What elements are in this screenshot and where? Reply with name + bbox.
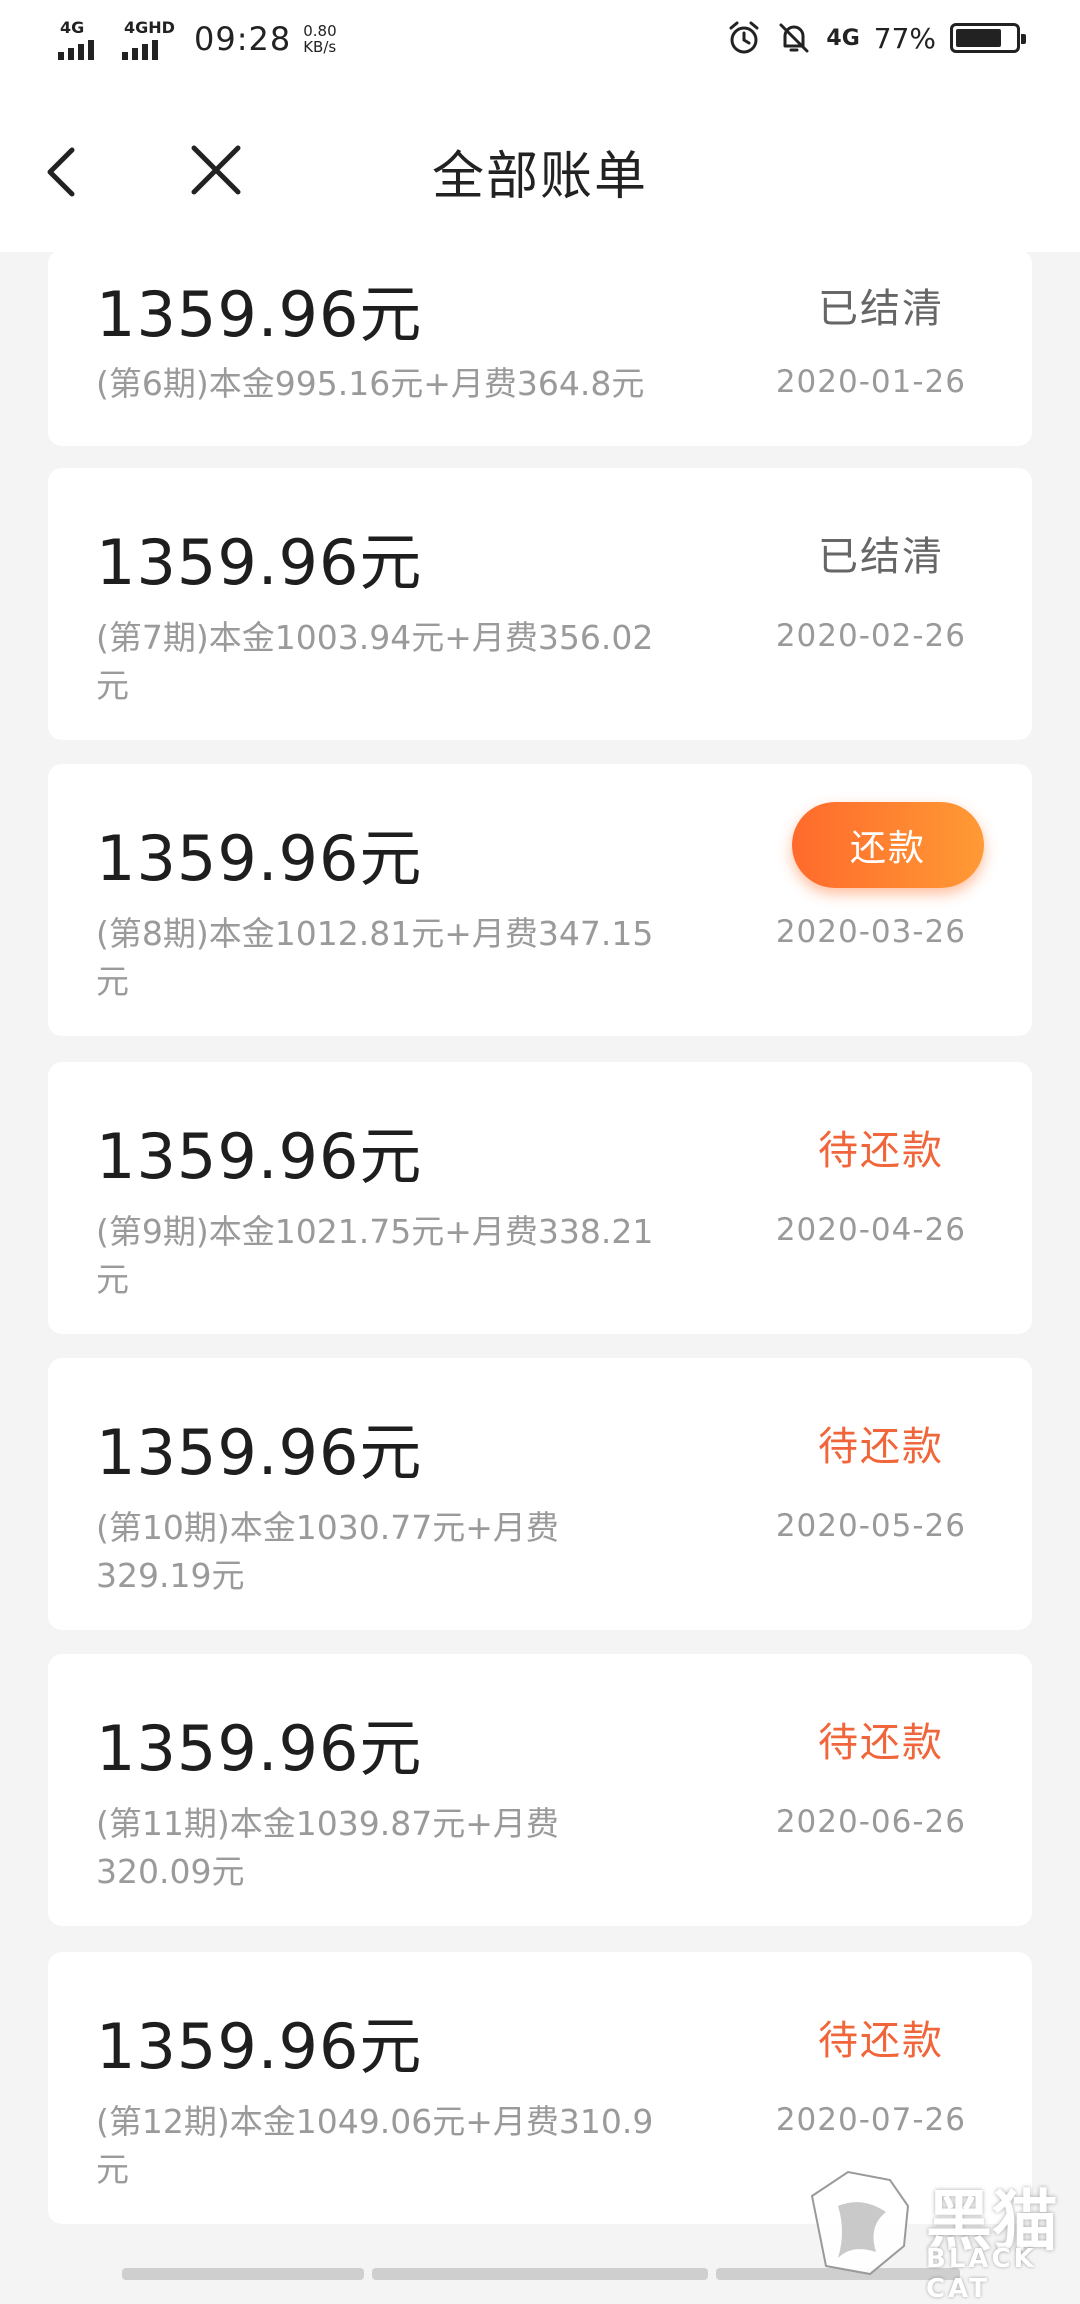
bill-date: 2020-01-26 <box>775 364 966 400</box>
network-type-label-2: 4GHD <box>124 18 175 37</box>
bill-status-settled: 已结清 <box>818 286 944 332</box>
bill-card-period-11[interactable]: 1359.96元 (第11期)本金1039.87元+月费320.09元 待还款 … <box>48 1654 1032 1926</box>
bill-card-period-8[interactable]: 1359.96元 (第8期)本金1012.81元+月费347.15元 还款 20… <box>48 764 1032 1036</box>
bill-card-period-10[interactable]: 1359.96元 (第10期)本金1030.77元+月费329.19元 待还款 … <box>48 1358 1032 1630</box>
bill-status-pending: 待还款 <box>818 1424 944 1470</box>
battery-fill <box>956 29 1001 47</box>
signal-icon-2: 4GHD <box>122 18 176 60</box>
network-4g-label: 4G <box>826 25 860 51</box>
bill-description: (第10期)本金1030.77元+月费329.19元 <box>96 1508 559 1595</box>
speed-unit: KB/s <box>303 38 337 56</box>
bottom-edge <box>372 2268 708 2280</box>
bill-amount: 1359.96元 <box>96 526 423 599</box>
bill-date: 2020-03-26 <box>775 914 966 950</box>
bill-description: (第12期)本金1049.06元+月费310.9元 <box>96 2102 654 2189</box>
bill-description: (第9期)本金1021.75元+月费338.21元 <box>96 1212 654 1299</box>
network-type-label: 4G <box>60 18 85 37</box>
bill-date: 2020-05-26 <box>775 1508 966 1544</box>
bill-status-pending: 待还款 <box>818 1128 944 1174</box>
clock: 09:28 <box>194 20 292 58</box>
bill-status-pending: 待还款 <box>818 1720 944 1766</box>
bottom-edge <box>122 2268 364 2280</box>
bill-date: 2020-02-26 <box>775 618 966 654</box>
mute-bell-icon <box>779 23 809 53</box>
bill-date: 2020-04-26 <box>775 1212 966 1248</box>
bill-description: (第11期)本金1039.87元+月费320.09元 <box>96 1804 559 1891</box>
bill-amount: 1359.96元 <box>96 1120 423 1193</box>
status-bar: 4G 4GHD 09:28 0.80 KB/s 4G 77% <box>0 0 1080 82</box>
network-speed: 0.80 KB/s <box>303 23 336 55</box>
bill-status-settled: 已结清 <box>818 534 944 580</box>
bill-amount: 1359.96元 <box>96 2010 423 2083</box>
speed-value: 0.80 <box>303 22 337 40</box>
navigation-bar: 全部账单 <box>0 82 1080 252</box>
bill-amount: 1359.96元 <box>96 1416 423 1489</box>
repay-button[interactable]: 还款 <box>792 802 984 888</box>
bill-amount: 1359.96元 <box>96 1712 423 1785</box>
bill-description: (第6期)本金995.16元+月费364.8元 <box>96 364 645 403</box>
watermark-subtext: BLACK CAT <box>926 2244 1037 2304</box>
bill-card-period-7[interactable]: 1359.96元 (第7期)本金1003.94元+月费356.02元 已结清 2… <box>48 468 1032 740</box>
alarm-icon <box>729 21 759 54</box>
bill-description: (第7期)本金1003.94元+月费356.02元 <box>96 618 654 705</box>
battery-icon <box>950 23 1026 53</box>
bill-date: 2020-07-26 <box>775 2102 966 2138</box>
bill-card-period-6[interactable]: 1359.96元 (第6期)本金995.16元+月费364.8元 已结清 202… <box>48 250 1032 446</box>
battery-percent: 77% <box>873 21 936 55</box>
bill-date: 2020-06-26 <box>775 1804 966 1840</box>
signal-icon: 4G <box>58 18 112 60</box>
page-title: 全部账单 <box>431 147 648 207</box>
bill-status-pending: 待还款 <box>818 2018 944 2064</box>
bill-card-period-9[interactable]: 1359.96元 (第9期)本金1021.75元+月费338.21元 待还款 2… <box>48 1062 1032 1334</box>
bill-description: (第8期)本金1012.81元+月费347.15元 <box>96 914 654 1001</box>
bill-amount: 1359.96元 <box>96 278 423 351</box>
bill-amount: 1359.96元 <box>96 822 423 895</box>
